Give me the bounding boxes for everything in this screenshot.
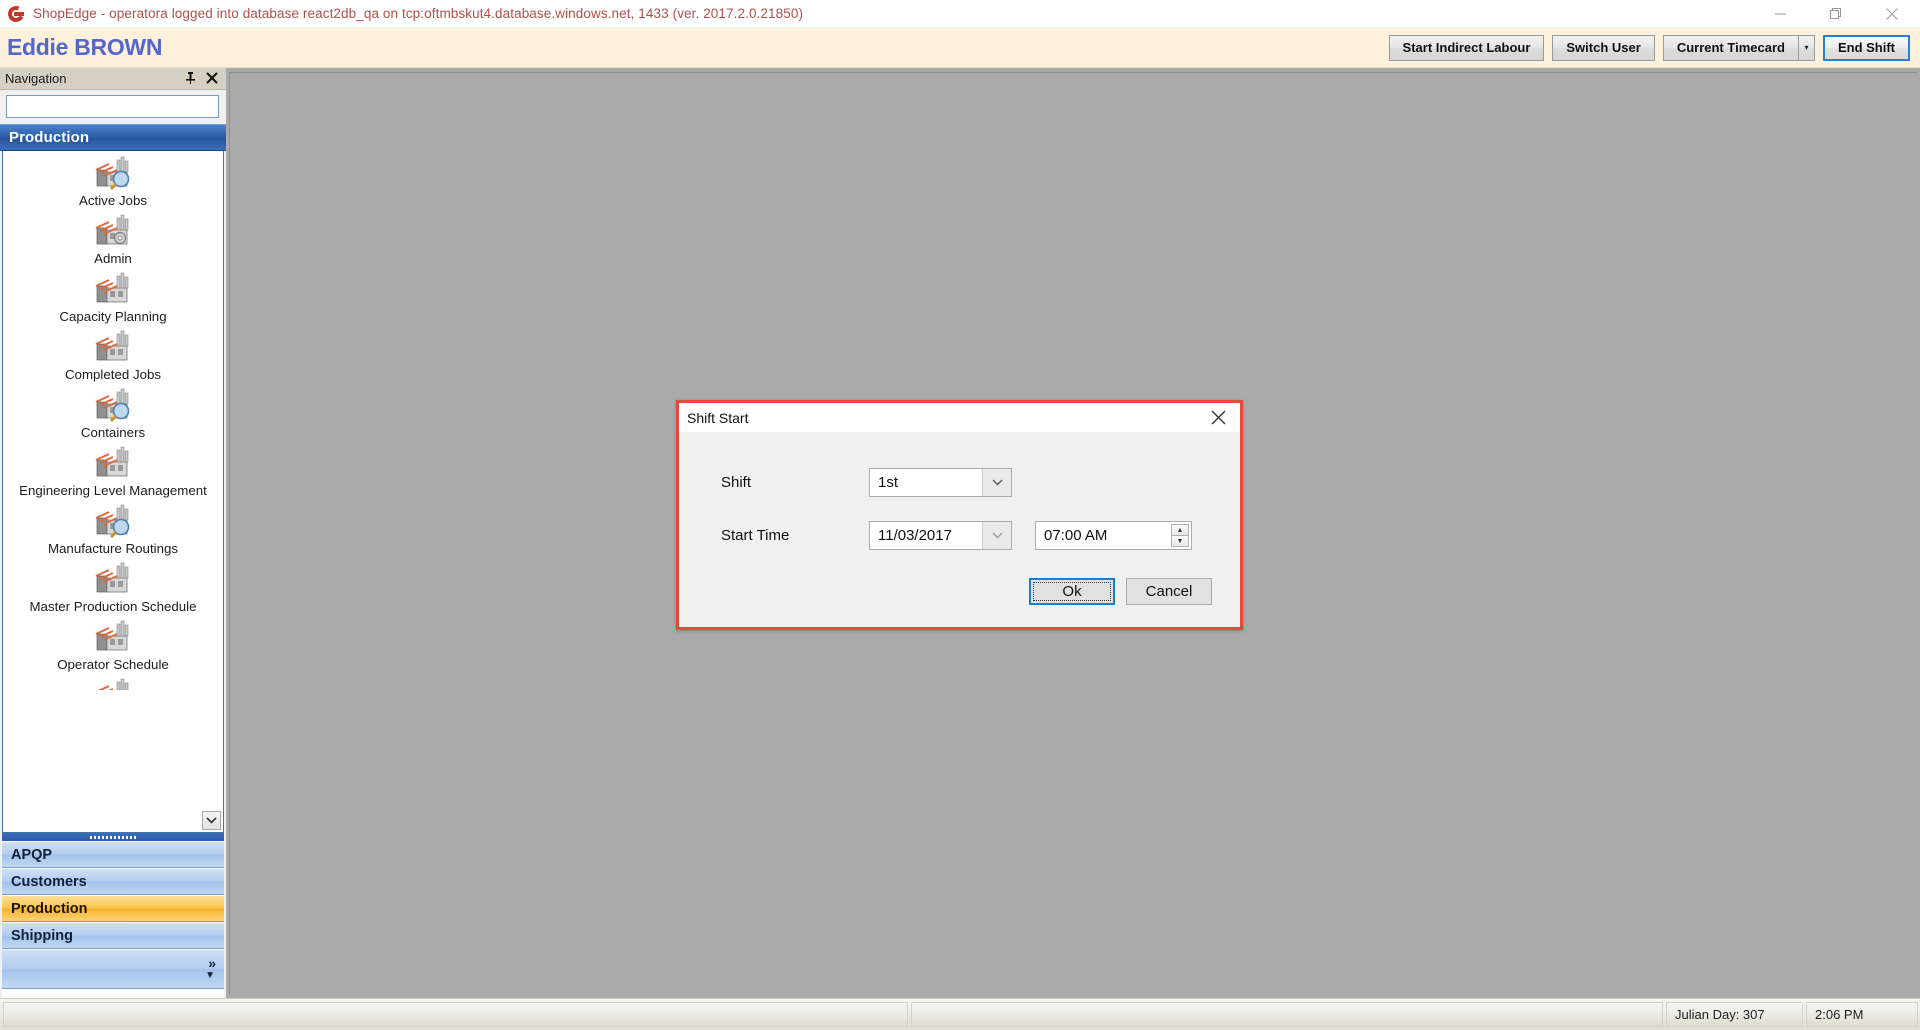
- nav-group-shipping[interactable]: Shipping: [2, 922, 224, 949]
- dialog-body: Shift 1st Start Time 11/03/2017 07:00 AM…: [679, 432, 1240, 627]
- nav-item-label: Master Production Schedule: [29, 599, 197, 614]
- nav-item-label: Capacity Planning: [59, 309, 167, 324]
- start-date-picker[interactable]: 11/03/2017: [869, 521, 1012, 550]
- shopedge-logo-icon: [5, 3, 27, 24]
- nav-item-label: Admin: [94, 251, 132, 266]
- nav-group-production[interactable]: Production: [2, 895, 224, 922]
- nav-item-label: Completed Jobs: [64, 367, 162, 382]
- chevron-down-icon[interactable]: [982, 469, 1011, 496]
- factory-search-icon: [91, 386, 135, 424]
- close-icon[interactable]: [206, 71, 218, 86]
- window-title-bar: ShopEdge - operatora logged into databas…: [0, 0, 1920, 28]
- current-timecard-button[interactable]: Current Timecard: [1662, 34, 1798, 61]
- navigation-search-wrapper: [0, 90, 226, 124]
- factory-search-icon: [91, 154, 135, 192]
- nav-item-admin[interactable]: Admin: [3, 209, 223, 267]
- nav-item-label: Engineering Level Management: [19, 483, 207, 498]
- factory-icon: [91, 270, 135, 308]
- dialog-buttons: Ok Cancel: [1029, 578, 1212, 605]
- pin-icon[interactable]: [185, 71, 196, 86]
- user-header-bar: Eddie BROWN Start Indirect Labour Switch…: [0, 28, 1920, 68]
- navigation-panel: Navigation Production Active Jobs Admin …: [0, 68, 226, 998]
- start-time-field-row: Start Time 11/03/2017 07:00 AM ▲ ▼: [721, 521, 1192, 550]
- nav-group-apqp[interactable]: APQP: [2, 841, 224, 868]
- switch-user-button[interactable]: Switch User: [1552, 34, 1655, 61]
- factory-icon: [91, 328, 135, 366]
- header-action-buttons: Start Indirect Labour Switch User Curren…: [1388, 34, 1920, 61]
- caret-down-icon[interactable]: ▼: [205, 971, 215, 981]
- navigation-active-group-header: Production: [0, 124, 226, 151]
- window-title: ShopEdge - operatora logged into databas…: [33, 6, 804, 21]
- chevron-down-icon[interactable]: [202, 811, 221, 830]
- start-date-value: 11/03/2017: [878, 527, 952, 544]
- status-clock: 2:06 PM: [1806, 1002, 1918, 1027]
- status-panel-left: [3, 1002, 908, 1027]
- end-shift-button[interactable]: End Shift: [1822, 34, 1910, 61]
- factory-icon: [91, 676, 135, 714]
- factory-gear-icon: [91, 212, 135, 250]
- navigation-panel-header: Navigation: [0, 68, 226, 90]
- start-time-label: Start Time: [721, 527, 790, 544]
- dialog-title-bar: Shift Start: [679, 403, 1240, 432]
- factory-icon: [91, 618, 135, 656]
- status-panel-middle: [911, 1002, 1663, 1027]
- status-bar: Julian Day: 307 2:06 PM: [0, 998, 1920, 1030]
- chevron-down-icon[interactable]: ▾: [1797, 34, 1815, 61]
- navigation-splitter[interactable]: [2, 833, 224, 841]
- start-time-value: 07:00 AM: [1044, 527, 1108, 544]
- nav-item-containers[interactable]: Containers: [3, 383, 223, 441]
- nav-item-label: Containers: [80, 425, 146, 440]
- shift-label: Shift: [721, 474, 752, 491]
- nav-item-label: Operator Schedule: [57, 657, 169, 672]
- caret-up-icon[interactable]: ▲: [1171, 524, 1189, 535]
- shift-select[interactable]: 1st: [869, 468, 1012, 497]
- shift-field-row: Shift 1st: [721, 468, 1012, 497]
- stepper-buttons[interactable]: ▲ ▼: [1171, 524, 1189, 547]
- nav-item-completed-jobs[interactable]: Completed Jobs: [3, 325, 223, 383]
- shift-value: 1st: [878, 474, 899, 491]
- nav-item-capacity-planning[interactable]: Capacity Planning: [3, 267, 223, 325]
- window-controls: [1752, 0, 1920, 28]
- start-time-stepper[interactable]: 07:00 AM ▲ ▼: [1035, 521, 1192, 550]
- nav-item-label: Manufacture Routings: [47, 541, 179, 556]
- factory-icon: [91, 560, 135, 598]
- caret-down-icon[interactable]: ▼: [1171, 535, 1189, 547]
- nav-item-master-production-schedule[interactable]: Master Production Schedule: [3, 557, 223, 615]
- nav-item-manufacture-routings[interactable]: Manufacture Routings: [3, 499, 223, 557]
- close-icon[interactable]: [1864, 0, 1920, 28]
- status-julian-day: Julian Day: 307: [1666, 1002, 1803, 1027]
- ok-button[interactable]: Ok: [1029, 578, 1115, 605]
- navigation-bottom-strip: [2, 989, 224, 998]
- nav-group-customers[interactable]: Customers: [2, 868, 224, 895]
- nav-group-overflow[interactable]: » ▼: [2, 949, 224, 989]
- nav-item-engineering-level-management[interactable]: Engineering Level Management: [3, 441, 223, 499]
- chevrons-right-icon[interactable]: »: [208, 956, 216, 970]
- close-icon[interactable]: [1196, 403, 1240, 432]
- factory-search-icon: [91, 502, 135, 540]
- start-indirect-labour-button[interactable]: Start Indirect Labour: [1388, 34, 1545, 61]
- dialog-title: Shift Start: [687, 409, 749, 426]
- navigation-icon-list[interactable]: Active Jobs Admin Capacity Planning Comp…: [2, 151, 224, 833]
- nav-item-label: Active Jobs: [79, 193, 147, 208]
- chevron-down-icon[interactable]: [982, 522, 1011, 549]
- nav-item-active-jobs[interactable]: Active Jobs: [3, 151, 223, 209]
- restore-icon[interactable]: [1808, 0, 1864, 28]
- factory-icon: [91, 444, 135, 482]
- navigation-search-input[interactable]: [6, 95, 219, 118]
- minimize-icon[interactable]: [1752, 0, 1808, 28]
- current-timecard-split-button: Current Timecard ▾: [1662, 34, 1815, 61]
- shift-start-dialog: Shift Start Shift 1st Start Time 11/03/2…: [676, 400, 1243, 630]
- nav-item-operator-schedule[interactable]: Operator Schedule: [3, 615, 223, 673]
- cancel-button[interactable]: Cancel: [1126, 578, 1212, 605]
- navigation-panel-title: Navigation: [5, 71, 67, 86]
- logged-in-user-name: Eddie BROWN: [7, 34, 163, 60]
- focus-ring: [1033, 582, 1111, 601]
- nav-item-partial[interactable]: [3, 673, 223, 715]
